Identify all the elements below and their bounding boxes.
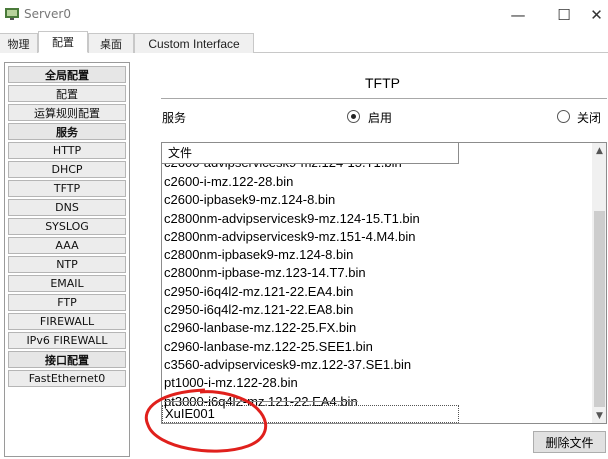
sidebar: 全局配置 配置 运算规则配置 服务 HTTP DHCP TFTP DNS SYS… xyxy=(4,62,130,457)
sidebar-item-ntp[interactable]: NTP xyxy=(8,256,126,273)
sidebar-item-ftp[interactable]: FTP xyxy=(8,294,126,311)
tab-config[interactable]: 配置 xyxy=(38,31,88,53)
service-label: 服务 xyxy=(162,111,187,125)
page-title: TFTP xyxy=(365,75,400,91)
list-item[interactable]: c2960-lanbase-mz.122-25.FX.bin xyxy=(164,319,592,337)
minimize-button[interactable]: — xyxy=(495,0,541,30)
list-item[interactable]: c2960-lanbase-mz.122-25.SEE1.bin xyxy=(164,338,592,356)
tab-physical[interactable]: 物理 xyxy=(0,33,38,53)
sidebar-item-firewall[interactable]: FIREWALL xyxy=(8,313,126,330)
service-on-radio[interactable] xyxy=(347,110,360,123)
sidebar-item-dns[interactable]: DNS xyxy=(8,199,126,216)
tab-strip: 物理 配置 桌面 Custom Interface xyxy=(0,31,608,53)
scroll-down-icon[interactable]: ▼ xyxy=(592,408,606,423)
sidebar-header-services: 服务 xyxy=(8,123,126,140)
delete-file-button[interactable]: 删除文件 xyxy=(533,431,606,453)
list-item[interactable]: c2800nm-advipservicesk9-mz.151-4.M4.bin xyxy=(164,228,592,246)
list-item[interactable]: c2600-ipbasek9-mz.124-8.bin xyxy=(164,191,592,209)
scroll-thumb[interactable] xyxy=(594,211,605,407)
sidebar-scrollbar[interactable] xyxy=(131,62,145,457)
service-off-radio[interactable] xyxy=(557,110,570,123)
sidebar-item-dhcp[interactable]: DHCP xyxy=(8,161,126,178)
list-item[interactable]: c2950-i6q4l2-mz.121-22.EA8.bin xyxy=(164,301,592,319)
sidebar-item-algorithm-settings[interactable]: 运算规则配置 xyxy=(8,104,126,121)
sidebar-item-email[interactable]: EMAIL xyxy=(8,275,126,292)
tab-desktop[interactable]: 桌面 xyxy=(88,33,134,53)
close-button[interactable]: ✕ xyxy=(585,0,608,30)
sidebar-header-global-config: 全局配置 xyxy=(8,66,126,83)
sidebar-item-aaa[interactable]: AAA xyxy=(8,237,126,254)
list-item[interactable]: c2800nm-ipbasek9-mz.124-8.bin xyxy=(164,246,592,264)
service-off-label[interactable]: 关闭 xyxy=(577,109,601,126)
sidebar-item-fastethernet0[interactable]: FastEthernet0 xyxy=(8,370,126,387)
maximize-button[interactable]: ☐ xyxy=(541,0,587,30)
tab-custom-interface[interactable]: Custom Interface xyxy=(134,33,254,53)
sidebar-item-ipv6-firewall[interactable]: IPv6 FIREWALL xyxy=(8,332,126,349)
service-on-label[interactable]: 启用 xyxy=(368,109,392,126)
sidebar-item-syslog[interactable]: SYSLOG xyxy=(8,218,126,235)
title-bar: Server0 — ☐ ✕ xyxy=(0,0,608,30)
scroll-up-icon[interactable]: ▲ xyxy=(592,143,606,158)
selected-file-item[interactable]: XuIE001 xyxy=(162,405,459,423)
list-item[interactable]: c3560-advipservicesk9-mz.122-37.SE1.bin xyxy=(164,356,592,374)
list-item[interactable]: c2950-i6q4l2-mz.121-22.EA4.bin xyxy=(164,283,592,301)
list-item[interactable]: c2800nm-ipbase-mz.123-14.T7.bin xyxy=(164,264,592,282)
list-item[interactable]: c2600-i-mz.122-28.bin xyxy=(164,173,592,191)
file-list-box: c2600-advipservicesk9-mz.124-15.T1.bin 文… xyxy=(161,142,607,424)
sidebar-item-http[interactable]: HTTP xyxy=(8,142,126,159)
divider xyxy=(161,98,607,99)
sidebar-item-tftp[interactable]: TFTP xyxy=(8,180,126,197)
server-app-icon xyxy=(5,8,19,20)
list-item[interactable]: c2800nm-advipservicesk9-mz.124-15.T1.bin xyxy=(164,210,592,228)
file-list-scrollbar[interactable]: ▲ ▼ xyxy=(592,143,606,423)
file-list: c2600-i-mz.122-28.bin c2600-ipbasek9-mz.… xyxy=(164,173,592,411)
window-title: Server0 xyxy=(24,7,71,21)
sidebar-item-settings[interactable]: 配置 xyxy=(8,85,126,102)
list-item[interactable]: pt1000-i-mz.122-28.bin xyxy=(164,374,592,392)
file-column-header: 文件 xyxy=(162,143,459,164)
sidebar-header-interface-config: 接口配置 xyxy=(8,351,126,368)
